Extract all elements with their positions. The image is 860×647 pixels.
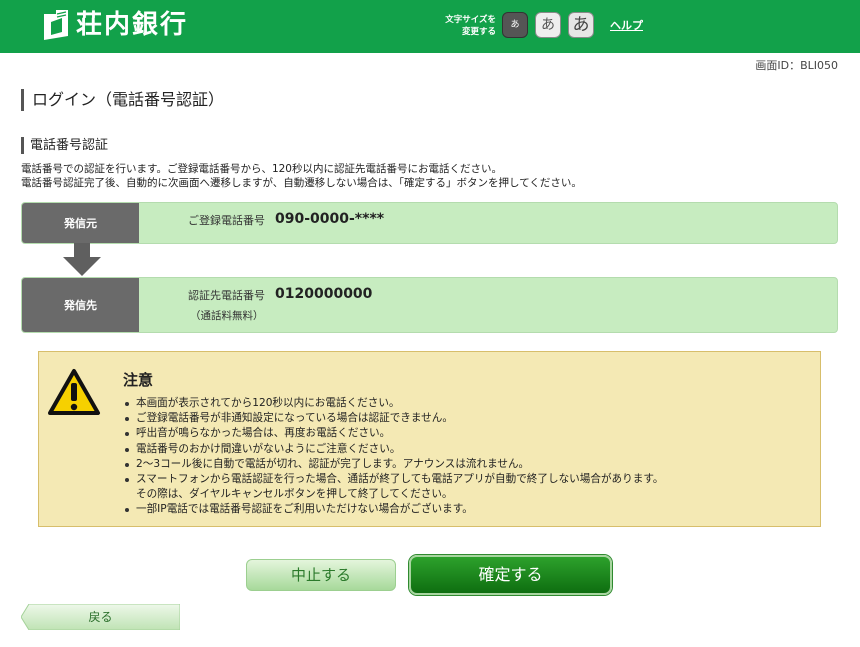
caller-key: ご登録電話番号	[188, 214, 265, 227]
notice-item-6-line1: スマートフォンから電話認証を行った場合、通話が終了しても電話アプリが自動で終了し…	[136, 473, 664, 486]
font-size-label-line1: 文字サイズを	[445, 15, 496, 25]
caller-row: 発信元 ご登録電話番号 090-0000-****	[21, 202, 838, 244]
destination-row: 発信先 認証先電話番号 0120000000 （通話料無料）	[21, 277, 838, 333]
description-line-1: 電話番号での認証を行います。ご登録電話番号から、120秒以内に認証先電話番号にお…	[21, 163, 502, 175]
help-link[interactable]: ヘルプ	[610, 17, 643, 33]
notice-item: 電話番号のおかけ間違いがないようにご注意ください。	[123, 442, 663, 457]
notice-item: 本画面が表示されてから120秒以内にお電話ください。	[123, 396, 663, 411]
back-button-label: 戻る	[88, 610, 113, 624]
notice-item: 一部IP電話では電話番号認証をご利用いただけない場合がございます。	[123, 502, 663, 517]
bank-name: 荘内銀行	[76, 10, 189, 40]
cancel-button[interactable]: 中止する	[246, 559, 396, 591]
notice-item: ご登録電話番号が非通知設定になっている場合は認証できません。	[123, 411, 663, 426]
destination-number: 0120000000	[275, 286, 373, 302]
notice-item: 2～3コール後に自動で電話が切れ、認証が完了します。アナウンスは流れません。	[123, 457, 663, 472]
notice-item: 呼出音が鳴らなかった場合は、再度お電話ください。	[123, 426, 663, 441]
caller-number: 090-0000-****	[275, 211, 385, 227]
description: 電話番号での認証を行います。ご登録電話番号から、120秒以内に認証先電話番号にお…	[21, 163, 582, 190]
notice-list: 本画面が表示されてから120秒以内にお電話ください。 ご登録電話番号が非通知設定…	[123, 396, 663, 518]
description-line-2: 電話番号認証完了後、自動的に次画面へ遷移しますが、自動遷移しない場合は、「確定す…	[21, 176, 582, 189]
page-title: ログイン（電話番号認証）	[21, 89, 224, 111]
font-size-large-button[interactable]: あ	[568, 12, 594, 38]
notice-item: スマートフォンから電話認証を行った場合、通話が終了しても電話アプリが自動で終了し…	[123, 472, 663, 502]
font-size-small-button[interactable]: あ	[502, 12, 528, 38]
destination-key: 認証先電話番号	[188, 289, 265, 302]
font-size-medium-button[interactable]: あ	[535, 12, 561, 38]
back-button[interactable]: 戻る	[21, 604, 180, 630]
bank-logo-icon	[42, 10, 68, 40]
confirm-button[interactable]: 確定する	[409, 555, 612, 595]
destination-note: （通話料無料）	[190, 310, 264, 322]
destination-label: 発信先	[22, 278, 139, 332]
notice-title: 注意	[123, 371, 154, 389]
header-bar: 荘内銀行 文字サイズを 変更する あ あ あ ヘルプ	[0, 0, 860, 53]
notice-item-6-line2: その際は、ダイヤルキャンセルボタンを押して終了してください。	[136, 488, 453, 501]
font-size-label: 文字サイズを 変更する	[432, 14, 496, 38]
font-size-label-line2: 変更する	[461, 27, 496, 37]
warning-icon	[48, 369, 100, 415]
screen-id: 画面ID：BLI050	[755, 59, 838, 72]
caller-label: 発信元	[22, 203, 139, 243]
notice-box: 注意 本画面が表示されてから120秒以内にお電話ください。 ご登録電話番号が非通…	[38, 351, 821, 527]
section-title: 電話番号認証	[21, 137, 108, 154]
bank-logo[interactable]: 荘内銀行	[42, 10, 188, 40]
arrow-down-icon	[63, 243, 101, 276]
